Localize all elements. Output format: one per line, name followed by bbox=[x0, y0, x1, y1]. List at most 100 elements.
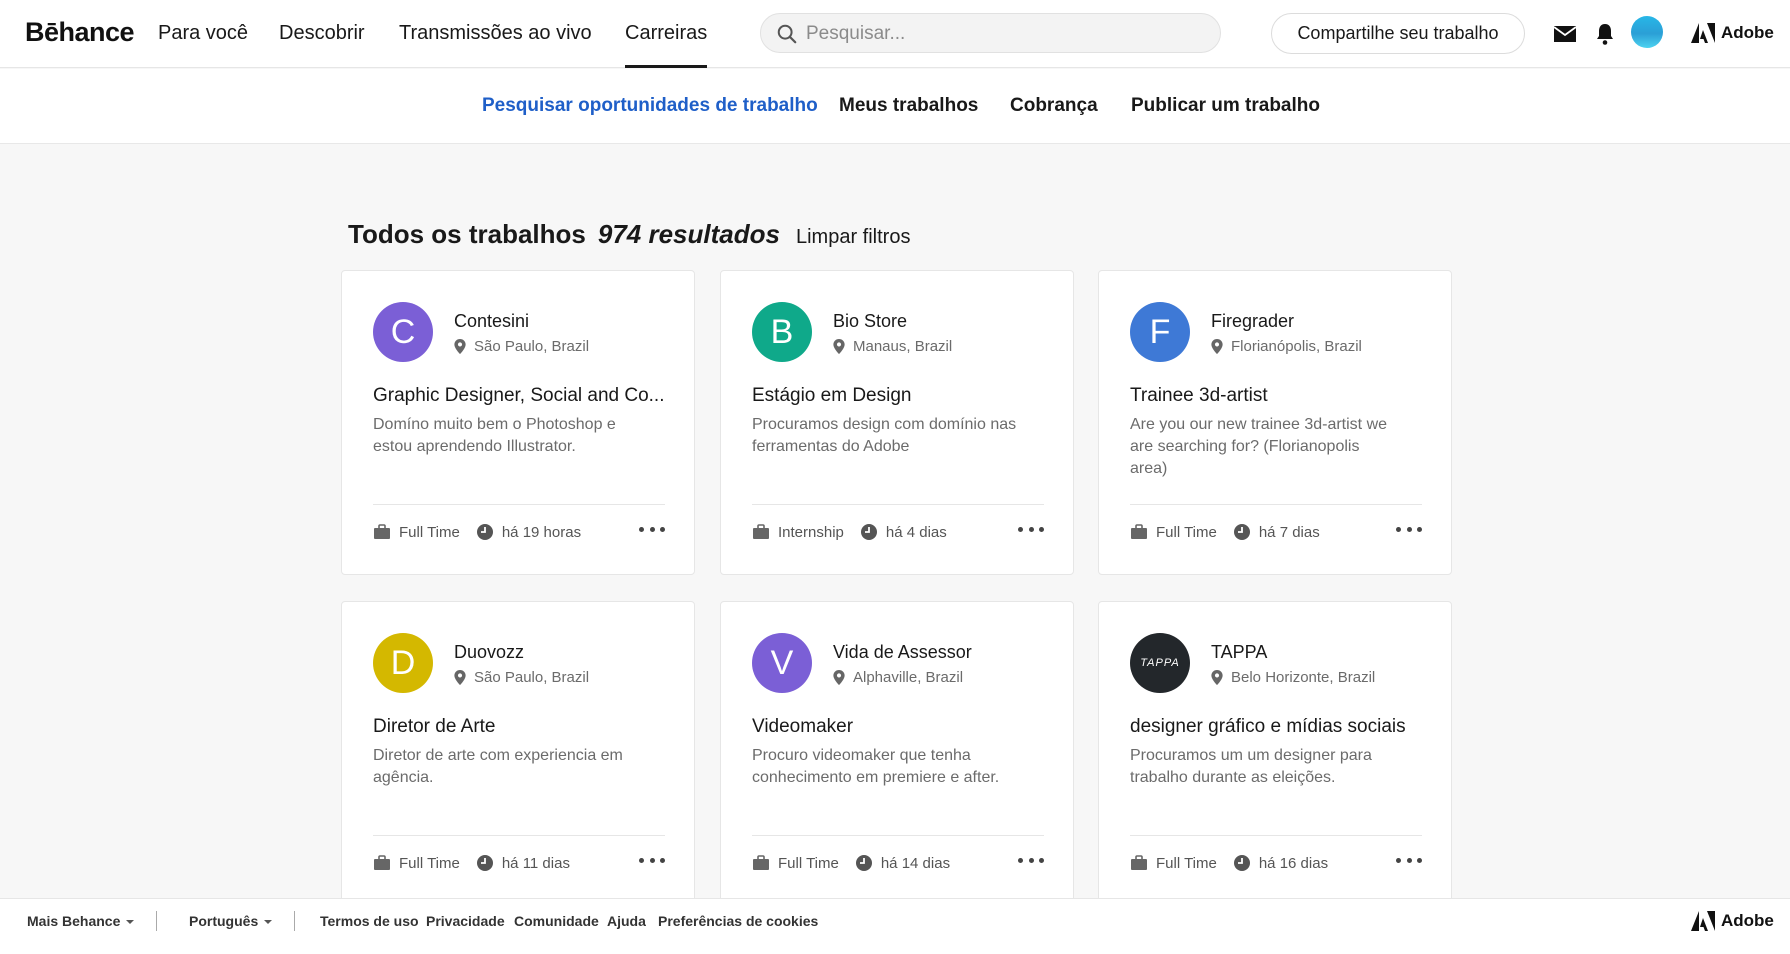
location-pin-icon bbox=[1211, 670, 1223, 685]
job-title[interactable]: Trainee 3d-artist bbox=[1130, 385, 1430, 407]
job-description: Domíno muito bem o Photoshop e estou apr… bbox=[373, 416, 616, 455]
clear-filters-link[interactable]: Limpar filtros bbox=[796, 226, 910, 249]
company-name[interactable]: Firegrader bbox=[1211, 311, 1294, 332]
location-pin-icon bbox=[1211, 339, 1223, 354]
company-name[interactable]: TAPPA bbox=[1211, 642, 1267, 663]
behance-logo[interactable]: Bēhance bbox=[25, 17, 135, 48]
bell-icon[interactable] bbox=[1593, 22, 1617, 46]
job-meta: Full Time há 11 dias bbox=[373, 854, 570, 872]
location-pin-icon bbox=[454, 670, 466, 685]
nav-carreiras[interactable]: Carreiras bbox=[625, 22, 708, 68]
more-options-icon[interactable] bbox=[1396, 519, 1422, 539]
language-label: Português bbox=[189, 913, 259, 929]
card-divider bbox=[1130, 504, 1422, 505]
job-description: Procuramos um um designer para trabalho … bbox=[1130, 747, 1372, 786]
nav-descobrir[interactable]: Descobrir bbox=[279, 22, 365, 68]
card-divider bbox=[373, 504, 665, 505]
job-type: Full Time bbox=[1156, 523, 1217, 541]
company-location: São Paulo, Brazil bbox=[454, 669, 589, 686]
job-card[interactable]: V Vida de Assessor Alphaville, Brazil Vi… bbox=[720, 601, 1074, 931]
footer-link-terms[interactable]: Termos de uso bbox=[320, 913, 419, 929]
results-title: Todos os trabalhos bbox=[348, 219, 586, 249]
job-description: Are you our new trainee 3d-artist we are… bbox=[1130, 416, 1388, 477]
nav-transmissoes-ao-vivo[interactable]: Transmissões ao vivo bbox=[399, 22, 592, 68]
footer-link-cookie-prefs[interactable]: Preferências de cookies bbox=[658, 913, 818, 929]
company-name[interactable]: Contesini bbox=[454, 311, 529, 332]
mail-icon[interactable] bbox=[1553, 22, 1577, 46]
company-avatar[interactable]: C bbox=[373, 302, 433, 362]
search-bar[interactable] bbox=[760, 13, 1221, 53]
language-dropdown[interactable]: Português bbox=[189, 913, 273, 929]
search-input[interactable] bbox=[806, 21, 1196, 47]
job-description: Procuro videomaker que tenha conheciment… bbox=[752, 747, 1000, 786]
footer: Mais Behance Português Termos de uso Pri… bbox=[0, 898, 1790, 954]
job-title[interactable]: Videomaker bbox=[752, 716, 1052, 738]
job-card[interactable]: B Bio Store Manaus, Brazil Estágio em De… bbox=[720, 270, 1074, 575]
company-name[interactable]: Vida de Assessor bbox=[833, 642, 972, 663]
company-avatar[interactable]: F bbox=[1130, 302, 1190, 362]
footer-divider bbox=[156, 911, 157, 931]
adobe-label: Adobe bbox=[1721, 911, 1774, 930]
adobe-icon bbox=[1691, 911, 1715, 931]
briefcase-icon bbox=[374, 855, 390, 870]
posted-time: há 16 dias bbox=[1258, 854, 1329, 872]
footer-link-privacy[interactable]: Privacidade bbox=[426, 913, 505, 929]
posted-time: há 4 dias bbox=[885, 523, 947, 541]
company-name[interactable]: Duovozz bbox=[454, 642, 524, 663]
location-label: São Paulo, Brazil bbox=[474, 338, 590, 355]
nav-para-voce[interactable]: Para você bbox=[158, 22, 248, 68]
posted-time: há 19 horas bbox=[501, 523, 582, 541]
job-card[interactable]: D Duovozz São Paulo, Brazil Diretor de A… bbox=[341, 601, 695, 931]
company-avatar[interactable]: D bbox=[373, 633, 433, 693]
job-card[interactable]: C Contesini São Paulo, Brazil Graphic De… bbox=[341, 270, 695, 575]
job-description: Procuramos design com domínio nas ferram… bbox=[752, 416, 1017, 455]
job-title[interactable]: Estágio em Design bbox=[752, 385, 1052, 407]
job-card[interactable]: TAPPA TAPPA Belo Horizonte, Brazil desig… bbox=[1098, 601, 1452, 931]
company-avatar[interactable]: V bbox=[752, 633, 812, 693]
job-title[interactable]: designer gráfico e mídias sociais bbox=[1130, 716, 1430, 738]
footer-divider bbox=[294, 911, 295, 931]
job-type: Full Time bbox=[399, 523, 460, 541]
subnav-post-job[interactable]: Publicar um trabalho bbox=[1131, 95, 1320, 117]
results-header: Todos os trabalhos 974 resultados Limpar… bbox=[348, 219, 910, 250]
subnav-my-jobs[interactable]: Meus trabalhos bbox=[839, 95, 978, 117]
subnav-billing[interactable]: Cobrança bbox=[1010, 95, 1098, 117]
job-card[interactable]: F Firegrader Florianópolis, Brazil Train… bbox=[1098, 270, 1452, 575]
clock-icon bbox=[855, 855, 872, 871]
company-name[interactable]: Bio Store bbox=[833, 311, 907, 332]
job-type: Full Time bbox=[399, 854, 460, 872]
more-options-icon[interactable] bbox=[639, 519, 665, 539]
job-title[interactable]: Diretor de Arte bbox=[373, 716, 673, 738]
adobe-icon bbox=[1691, 23, 1715, 43]
clock-icon bbox=[476, 524, 493, 540]
job-type: Full Time bbox=[778, 854, 839, 872]
card-divider bbox=[1130, 835, 1422, 836]
chevron-down-icon bbox=[264, 920, 273, 925]
location-label: São Paulo, Brazil bbox=[474, 669, 590, 686]
company-avatar[interactable]: TAPPA bbox=[1130, 633, 1190, 693]
adobe-footer-logo[interactable]: Adobe bbox=[1691, 911, 1774, 931]
search-icon bbox=[777, 24, 797, 44]
briefcase-icon bbox=[374, 524, 390, 539]
job-meta: Full Time há 19 horas bbox=[373, 523, 581, 541]
company-location: Manaus, Brazil bbox=[833, 338, 952, 355]
company-location: Belo Horizonte, Brazil bbox=[1211, 669, 1375, 686]
share-work-button[interactable]: Compartilhe seu trabalho bbox=[1271, 13, 1525, 54]
more-options-icon[interactable] bbox=[639, 850, 665, 870]
more-options-icon[interactable] bbox=[1018, 850, 1044, 870]
company-avatar[interactable]: B bbox=[752, 302, 812, 362]
footer-link-help[interactable]: Ajuda bbox=[607, 913, 646, 929]
subnav-search-jobs[interactable]: Pesquisar oportunidades de trabalho bbox=[482, 95, 818, 117]
posted-time: há 11 dias bbox=[501, 854, 570, 872]
more-options-icon[interactable] bbox=[1396, 850, 1422, 870]
job-title[interactable]: Graphic Designer, Social and Co... bbox=[373, 385, 673, 407]
card-divider bbox=[752, 504, 1044, 505]
more-behance-dropdown[interactable]: Mais Behance bbox=[27, 913, 135, 929]
user-avatar[interactable] bbox=[1631, 16, 1663, 48]
clock-icon bbox=[1233, 524, 1250, 540]
clock-icon bbox=[1233, 855, 1250, 871]
adobe-logo[interactable]: Adobe bbox=[1691, 22, 1774, 44]
footer-link-community[interactable]: Comunidade bbox=[514, 913, 599, 929]
more-options-icon[interactable] bbox=[1018, 519, 1044, 539]
job-meta: Full Time há 14 dias bbox=[752, 854, 950, 872]
